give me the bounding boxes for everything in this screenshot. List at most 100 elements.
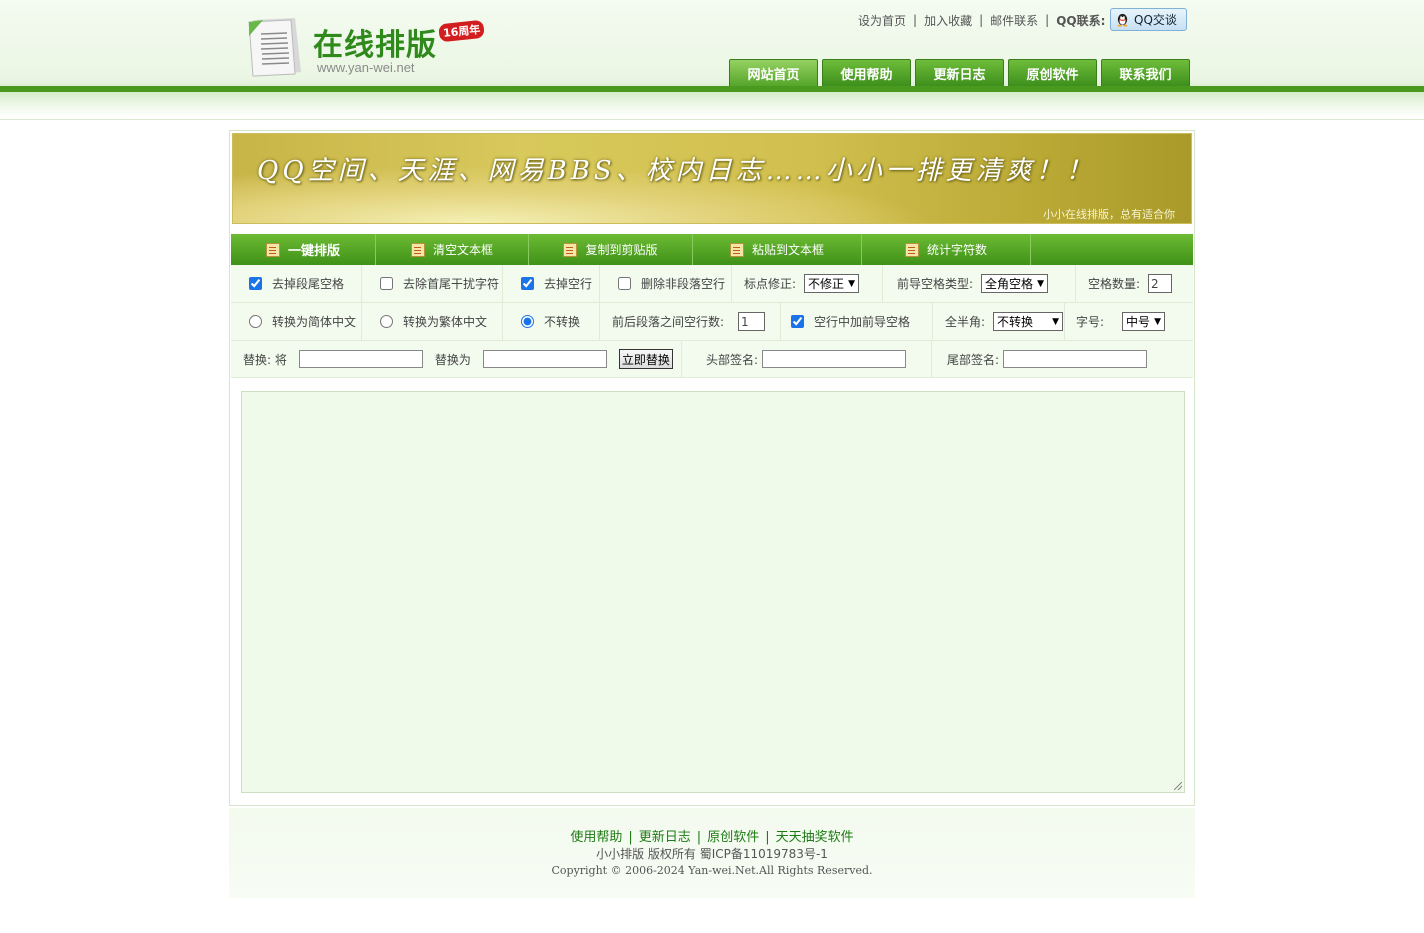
space-count-input[interactable]: 2 — [1148, 274, 1173, 293]
nav-changelog[interactable]: 更新日志 — [915, 59, 1004, 86]
opt-remove-edge-chars[interactable]: 去除首尾干扰字符 — [362, 265, 503, 302]
footer-changelog-link[interactable]: 更新日志 — [639, 830, 691, 845]
punctuation-fix-select[interactable]: 不修正 ▼ — [804, 274, 859, 293]
lead-space-type-value: 全角空格 — [985, 277, 1034, 291]
footer-help-link[interactable]: 使用帮助 — [570, 830, 622, 845]
banner: QQ空间、天涯、网易BBS、校内日志……小小一排更清爽！！ 小小在线排版，总有适… — [232, 133, 1192, 224]
footer-links: 使用帮助 | 更新日志 | 原创软件 | 天天抽奖软件 — [229, 826, 1195, 845]
footer-software-link[interactable]: 原创软件 — [707, 830, 759, 845]
punctuation-fix-value: 不修正 — [808, 277, 845, 291]
replace-from-label: 替换: 将 — [243, 352, 287, 367]
width-convert-select[interactable]: 不转换 ▼ — [993, 312, 1064, 331]
footer-lottery-link[interactable]: 天天抽奖软件 — [776, 830, 854, 845]
head-sign-input[interactable] — [762, 350, 907, 368]
nav-software[interactable]: 原创软件 — [1008, 59, 1097, 86]
remove-trailing-spaces-checkbox[interactable] — [249, 277, 262, 290]
font-size-select[interactable]: 中号 ▼ — [1122, 312, 1165, 331]
paste-button[interactable]: 粘贴到文本框 — [693, 234, 862, 265]
chevron-down-icon: ▼ — [1037, 278, 1044, 289]
width-convert-label: 全半角: — [945, 315, 986, 329]
font-size-cell: 字号: 中号 ▼ — [1065, 303, 1193, 340]
replace-to-label: 替换为 — [434, 352, 471, 367]
opt-empty-line-lead-space[interactable]: 空行中加前导空格 — [781, 303, 933, 340]
replace-now-button[interactable]: 立即替换 — [618, 349, 673, 369]
nav-contact[interactable]: 联系我们 — [1101, 59, 1190, 86]
para-gap-input[interactable]: 1 — [738, 312, 766, 331]
count-chars-label: 统计字符数 — [926, 243, 987, 257]
empty-line-lead-space-checkbox[interactable] — [791, 315, 804, 328]
qq-chat-label: QQ交谈 — [1134, 13, 1177, 27]
main-panel: QQ空间、天涯、网易BBS、校内日志……小小一排更清爽！！ 小小在线排版，总有适… — [229, 130, 1195, 806]
opt-remove-trailing-spaces[interactable]: 去掉段尾空格 — [231, 265, 362, 302]
delete-non-paragraph-lines-label: 删除非段落空行 — [641, 277, 726, 291]
opt-no-convert[interactable]: 不转换 — [503, 303, 600, 340]
replace-from-input[interactable] — [298, 350, 423, 368]
clear-icon — [410, 242, 425, 257]
chevron-down-icon: ▼ — [1052, 316, 1060, 327]
para-gap-cell: 前后段落之间空行数: 1 — [600, 303, 781, 340]
separator: | — [696, 830, 702, 845]
lead-space-type-select[interactable]: 全角空格 ▼ — [981, 274, 1048, 293]
empty-line-lead-space-label: 空行中加前导空格 — [814, 315, 911, 329]
qq-penguin-icon — [1117, 13, 1128, 27]
lead-space-type-label: 前导空格类型: — [897, 277, 974, 291]
chevron-down-icon: ▼ — [848, 278, 855, 289]
separator: | — [765, 830, 770, 845]
nav-help[interactable]: 使用帮助 — [822, 59, 911, 86]
opt-to-simplified[interactable]: 转换为简体中文 — [231, 303, 362, 340]
main-nav: 网站首页 使用帮助 更新日志 原创软件 联系我们 — [729, 59, 1194, 86]
tail-sign-label: 尾部签名: — [947, 352, 1000, 367]
document-logo-icon — [248, 18, 301, 77]
replace-to-input[interactable] — [482, 350, 607, 368]
font-size-value: 中号 — [1126, 315, 1151, 329]
footer: 使用帮助 | 更新日志 | 原创软件 | 天天抽奖软件 小小排版 版权所有 蜀ICP备110… — [229, 808, 1195, 898]
options-row-3: 替换: 将 替换为 立即替换 头部签名: 尾部签名: — [231, 341, 1193, 378]
separator: | — [1045, 13, 1050, 27]
space-count-cell: 空格数量: 2 — [1076, 265, 1193, 302]
clear-text-label: 清空文本框 — [432, 243, 493, 257]
add-favorite-link[interactable]: 加入收藏 — [924, 12, 972, 29]
text-editor[interactable] — [241, 391, 1185, 793]
remove-edge-chars-checkbox[interactable] — [380, 277, 393, 290]
count-chars-button[interactable]: 统计字符数 — [862, 234, 1031, 265]
to-simplified-label: 转换为简体中文 — [272, 315, 357, 329]
qq-chat-button[interactable]: QQ交谈 — [1110, 8, 1187, 31]
delete-non-paragraph-lines-checkbox[interactable] — [618, 277, 631, 290]
separator: | — [979, 13, 984, 27]
top-links: 设为首页 | 加入收藏 | 邮件联系 | QQ联系: — [858, 11, 1113, 29]
format-icon — [265, 242, 280, 257]
options-row-1: 去掉段尾空格 去除首尾干扰字符 去掉空行 删除非段落空行 标点修正: 不修正 ▼… — [231, 265, 1193, 303]
set-homepage-link[interactable]: 设为首页 — [858, 12, 906, 29]
tail-sign-input[interactable] — [1003, 350, 1148, 368]
width-convert-value: 不转换 — [997, 315, 1034, 329]
punctuation-fix-cell: 标点修正: 不修正 ▼ — [732, 265, 883, 302]
to-simplified-radio[interactable] — [249, 315, 262, 328]
no-convert-radio[interactable] — [521, 315, 534, 328]
action-toolbar: 一键排版 清空文本框 复制到剪贴版 粘贴到文本框 统计字符数 — [231, 234, 1193, 265]
opt-delete-non-paragraph-lines[interactable]: 删除非段落空行 — [600, 265, 732, 302]
banner-subtitle: 小小在线排版，总有适合你 — [1043, 208, 1175, 221]
count-icon — [904, 242, 919, 257]
copy-clipboard-button[interactable]: 复制到剪贴版 — [529, 234, 693, 265]
nav-home[interactable]: 网站首页 — [729, 59, 818, 86]
email-contact-link[interactable]: 邮件联系 — [990, 12, 1038, 29]
one-click-format-button[interactable]: 一键排版 — [231, 234, 376, 265]
to-traditional-radio[interactable] — [380, 315, 393, 328]
remove-trailing-spaces-label: 去掉段尾空格 — [272, 277, 345, 291]
opt-remove-empty-lines[interactable]: 去掉空行 — [503, 265, 600, 302]
resize-grip-icon[interactable] — [1174, 782, 1182, 790]
remove-empty-lines-checkbox[interactable] — [521, 277, 534, 290]
site-logo[interactable]: 在线排版 16周年 www.yan-wei.net — [245, 14, 495, 80]
chevron-down-icon: ▼ — [1154, 316, 1161, 327]
header-band — [0, 92, 1424, 120]
lead-space-type-cell: 前导空格类型: 全角空格 ▼ — [883, 265, 1076, 302]
paste-label: 粘贴到文本框 — [751, 243, 824, 257]
remove-edge-chars-label: 去除首尾干扰字符 — [403, 277, 500, 291]
clear-text-button[interactable]: 清空文本框 — [376, 234, 529, 265]
tail-sign-cell: 尾部签名: — [932, 341, 1193, 377]
replace-cell: 替换: 将 替换为 立即替换 — [231, 341, 682, 377]
footer-copyright: 小小排版 版权所有 蜀ICP备11019783号-1 — [596, 847, 828, 861]
copy-clipboard-label: 复制到剪贴版 — [585, 243, 658, 257]
opt-to-traditional[interactable]: 转换为繁体中文 — [362, 303, 503, 340]
